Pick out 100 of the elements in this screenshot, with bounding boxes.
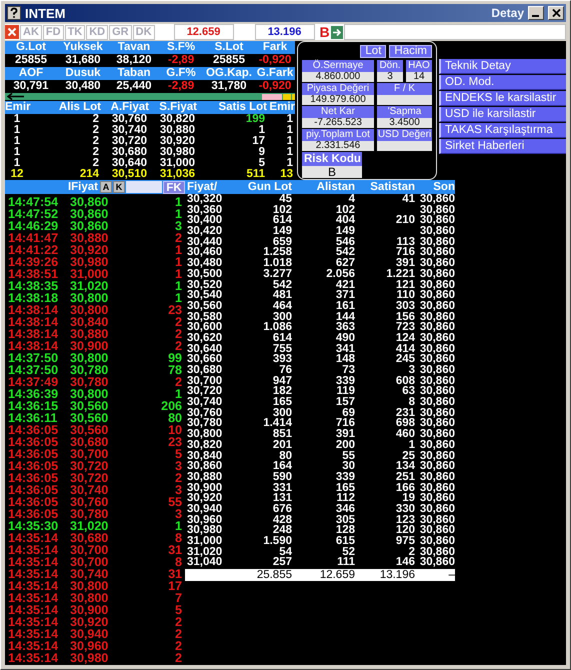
table-cell-text: 102 xyxy=(334,204,355,216)
trade-price: 30,860 xyxy=(69,196,110,208)
filter-button[interactable]: FK xyxy=(163,180,185,194)
trade-time: 14:38:18 xyxy=(7,292,60,304)
table-cell-text: 245 xyxy=(394,354,415,366)
table-cell-text: 30,420 xyxy=(186,226,224,237)
column-header: S.Fiyat xyxy=(158,101,197,114)
table-cell-text: 257 xyxy=(272,557,292,568)
table-cell-text: 30,700 xyxy=(186,376,224,386)
table-cell-text: 9 xyxy=(258,147,266,158)
column-header: Satis Lot xyxy=(217,101,267,114)
stat-value: 25855 xyxy=(212,54,246,67)
trade-lot: 23 xyxy=(167,304,182,316)
trade-time: 14:36:05 xyxy=(7,424,60,436)
table-cell-text: 146 xyxy=(394,557,415,568)
table-cell-text: 363 xyxy=(334,322,355,333)
sort-button[interactable]: K xyxy=(113,181,125,193)
toggle-button[interactable]: Lot xyxy=(360,45,386,58)
filter-field[interactable] xyxy=(126,181,162,193)
sort-button[interactable]: A xyxy=(100,181,112,193)
trade-lot: 80 xyxy=(167,412,182,424)
stat-value: 30,480 xyxy=(64,80,102,93)
ask-total: 13.196 xyxy=(254,24,315,40)
table-cell-text: 30,320 xyxy=(186,194,224,205)
table-cell-text: 546 xyxy=(334,236,355,248)
table-cell-text: 30,860 xyxy=(418,504,455,515)
menu-button[interactable]: TAKAS Karşılaştırma xyxy=(439,123,566,138)
trade-price: 31,020 xyxy=(69,280,110,292)
table-cell-text: 30,620 xyxy=(186,332,224,344)
toggle-button[interactable]: Hacim xyxy=(389,45,432,58)
trade-time: 14:35:14 xyxy=(7,580,60,592)
menu-button[interactable]: ENDEKS le karsilastir xyxy=(439,91,566,106)
field-label: HAO xyxy=(406,60,432,72)
close-button[interactable] xyxy=(548,6,564,20)
menu-button[interactable]: OD. Mod. xyxy=(439,75,566,90)
trade-lot: 5 xyxy=(174,448,182,460)
table-cell-text: 2 xyxy=(92,147,100,158)
table-cell-text: 73 xyxy=(341,365,355,376)
field-value: 3 xyxy=(377,72,403,82)
table-cell-text: 30,860 xyxy=(418,344,455,354)
table-cell-text: 148 xyxy=(334,354,355,366)
table-cell-text: 161 xyxy=(334,300,355,312)
table-cell-text: 156 xyxy=(394,312,415,322)
table-cell-text: 30,540 xyxy=(186,290,224,301)
trade-time: 14:36:05 xyxy=(7,448,60,460)
table-cell-text: 1 xyxy=(12,125,22,136)
help-icon[interactable] xyxy=(7,6,21,20)
trade-lot: 31 xyxy=(167,544,182,556)
field-value: 4.860.000 xyxy=(302,72,374,82)
table-cell-text: 30,860 xyxy=(418,450,455,462)
column-header: Emir xyxy=(268,101,295,114)
table-cell-text: 698 xyxy=(394,418,415,430)
table-cell-text: 1.086 xyxy=(262,322,292,333)
minimize-button[interactable] xyxy=(528,6,544,20)
trade-lot: 2 xyxy=(174,232,182,244)
table-cell-text: 30,580 xyxy=(186,312,224,322)
trade-price: 31,000 xyxy=(69,268,110,280)
trade-time: 14:47:54 xyxy=(7,196,60,208)
table-cell-text: 542 xyxy=(334,247,355,258)
field-label: 'Sapma xyxy=(377,106,432,118)
column-header: IFiyat xyxy=(68,181,98,193)
table-cell-text: 199 xyxy=(244,114,266,125)
table-cell-text: 330 xyxy=(394,504,415,515)
arrow-icon[interactable] xyxy=(330,26,343,38)
field-label: F / K xyxy=(377,83,432,95)
table-cell-text: 30,860 xyxy=(418,215,455,226)
table-cell-text: 30,640 xyxy=(110,158,148,169)
stat-value: 31,780 xyxy=(210,80,248,93)
menu-button[interactable]: Teknik Detay xyxy=(439,59,566,74)
trade-time: 14:35:14 xyxy=(7,544,60,556)
trade-price: 30,960 xyxy=(69,640,110,652)
table-cell-text: 231 xyxy=(394,408,415,418)
trade-price: 30,680 xyxy=(69,436,110,448)
table-cell-text: 19 xyxy=(402,493,415,504)
table-cell-text: 128 xyxy=(334,525,355,536)
table-cell-text: 300 xyxy=(272,312,292,322)
input-field[interactable] xyxy=(344,24,566,40)
stat-value: -0,920 xyxy=(258,80,292,93)
stat-value: 25,440 xyxy=(115,80,153,93)
close-icon[interactable] xyxy=(5,25,19,39)
table-cell-text: 30,920 xyxy=(158,136,196,147)
risk-value: B xyxy=(302,166,362,178)
table-cell-text: 31,040 xyxy=(186,557,224,568)
column-header: Son xyxy=(432,180,455,194)
menu-button[interactable]: Sirket Haberleri xyxy=(439,139,566,154)
table-cell-text: 111 xyxy=(336,557,355,568)
stat-label: Fark xyxy=(262,41,288,54)
table-cell-text: 30,860 xyxy=(418,408,455,418)
table-cell-text: 30,460 xyxy=(186,247,224,258)
table-cell-text: 31,000 xyxy=(186,536,224,547)
total-cell-text: 13.196 xyxy=(378,569,415,582)
table-cell-text: 30,860 xyxy=(418,493,455,504)
trade-lot: 2 xyxy=(174,340,182,352)
menu-button[interactable]: USD ile karsilastir xyxy=(439,107,566,122)
field-value xyxy=(377,141,432,151)
table-cell-text: 1 xyxy=(12,136,22,147)
table-cell-text: 30,860 xyxy=(418,536,455,547)
table-cell-text: 55 xyxy=(341,450,355,462)
table-cell-text: 30,740 xyxy=(186,397,224,408)
trade-lot: 1 xyxy=(174,388,182,400)
